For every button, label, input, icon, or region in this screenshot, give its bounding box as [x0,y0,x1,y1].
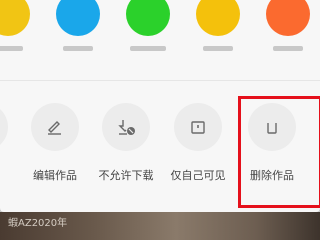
share-app-icon[interactable] [266,0,310,36]
edit-icon [31,103,79,151]
share-app-label [253,41,320,54]
share-sheet: 见 编辑作品 不允许下载 仅自己可见 [0,0,320,212]
action-label: 不允许下载 [98,169,154,182]
action-private[interactable]: 仅自己可见 [162,103,234,193]
footer-text: 蝦AZ2020年 [8,218,68,229]
private-icon [174,103,222,151]
share-app-icon[interactable] [56,0,100,36]
share-app-label [113,41,183,54]
share-app-icon[interactable] [126,0,170,36]
action-label: 编辑作品 [33,169,77,182]
action-icon-circle [0,103,8,151]
action-label: 仅自己可见 [170,169,226,182]
action-disallow-download[interactable]: 不允许下载 [90,103,162,193]
action-edit-work[interactable]: 编辑作品 [19,103,91,193]
download-disabled-icon [102,103,150,151]
share-app-icon[interactable] [196,0,240,36]
highlight-box [238,96,320,208]
share-app-label [43,41,113,54]
divider [0,80,320,81]
share-app-label [0,41,43,54]
share-app-label [183,41,253,54]
share-app-icon[interactable] [0,0,30,36]
